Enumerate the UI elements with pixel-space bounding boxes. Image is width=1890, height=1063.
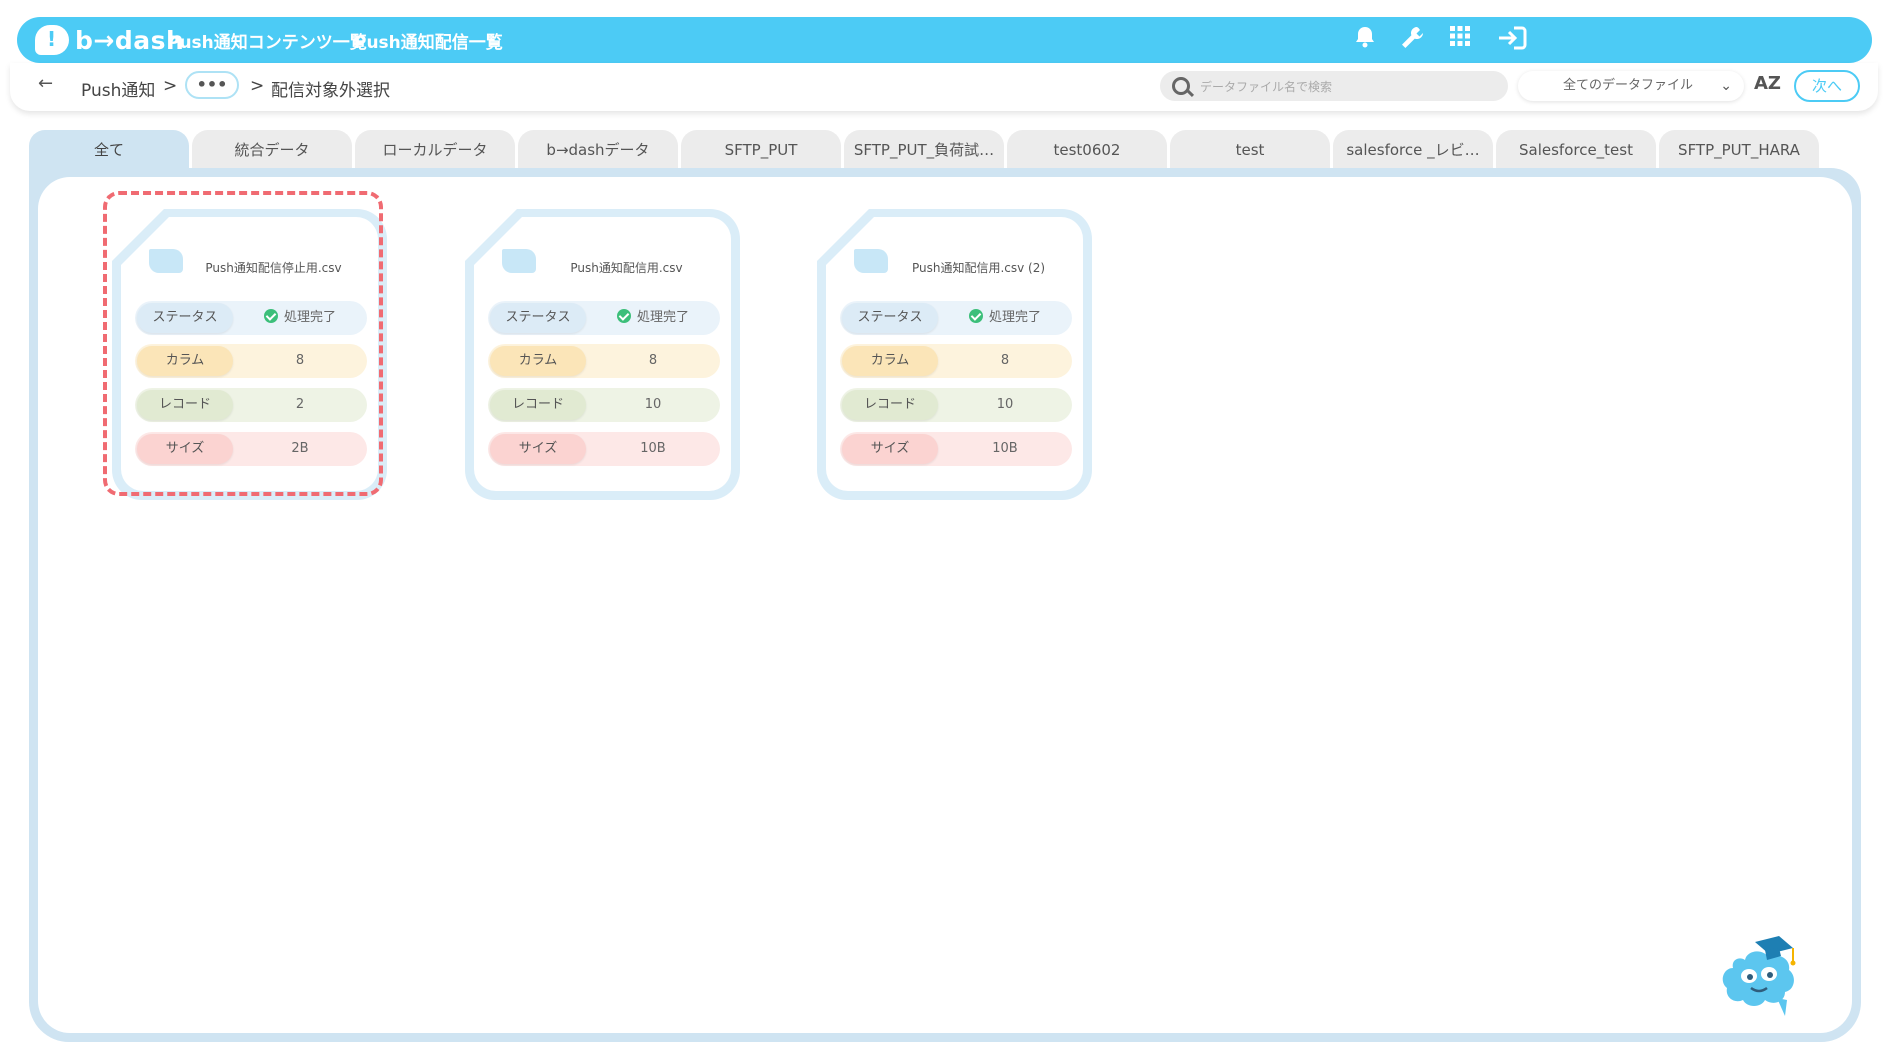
search-input[interactable] xyxy=(1198,71,1502,103)
card-face: Push通知配信用.csv (2) ステータス 処理完了 カラム 8 レコード … xyxy=(826,217,1083,491)
stat-value: 10 xyxy=(996,397,1014,412)
stat-size: サイズ 10B xyxy=(840,432,1072,466)
stat-value: 10B xyxy=(640,441,666,456)
chevron-down-icon: ⌄ xyxy=(1720,78,1732,94)
check-icon xyxy=(616,309,631,323)
tab-integrated-data[interactable]: 統合データ xyxy=(192,130,352,168)
content-panel: Push通知配信停止用.csv ステータス 処理完了 カラム 8 レコード 2 … xyxy=(29,168,1861,1042)
logo-mark-icon xyxy=(35,25,69,55)
breadcrumb-current: 配信対象外選択 xyxy=(271,81,390,101)
check-icon xyxy=(263,309,278,323)
check-icon xyxy=(968,309,983,323)
stat-status: ステータス 処理完了 xyxy=(135,301,367,335)
stat-label: ステータス xyxy=(490,303,586,333)
logo[interactable]: b→dash xyxy=(35,23,184,57)
bell-icon[interactable] xyxy=(1350,25,1380,55)
stat-records: レコード 10 xyxy=(840,388,1072,422)
stat-label: カラム xyxy=(137,346,233,376)
stat-status: ステータス 処理完了 xyxy=(840,301,1072,335)
stat-size: サイズ 2B xyxy=(135,432,367,466)
stat-columns: カラム 8 xyxy=(488,344,720,378)
file-name: Push通知配信用.csv (2) xyxy=(911,261,1046,275)
stat-status: ステータス 処理完了 xyxy=(488,301,720,335)
sort-az-icon[interactable]: AZ xyxy=(1754,73,1781,94)
stat-value: 処理完了 xyxy=(588,301,718,335)
back-arrow-icon[interactable]: ← xyxy=(38,73,53,94)
stat-value: 8 xyxy=(648,353,658,368)
search-icon xyxy=(1172,77,1190,95)
file-name: Push通知配信停止用.csv xyxy=(205,261,342,275)
mascot-icon[interactable] xyxy=(1715,928,1811,1020)
stat-label: レコード xyxy=(137,390,233,420)
stat-columns: カラム 8 xyxy=(840,344,1072,378)
tab-test0602[interactable]: test0602 xyxy=(1007,130,1167,168)
stat-label: レコード xyxy=(490,390,586,420)
wrench-icon[interactable] xyxy=(1397,25,1427,55)
file-name: Push通知配信用.csv xyxy=(570,261,683,275)
tab-all[interactable]: 全て xyxy=(29,130,189,168)
tab-salesforce-review[interactable]: salesforce _レビ… xyxy=(1333,130,1493,168)
stat-value: 2 xyxy=(295,397,305,412)
search-box xyxy=(1160,71,1508,103)
breadcrumb-ellipsis-button[interactable]: ••• xyxy=(185,71,239,99)
stat-value: 処理完了 xyxy=(940,301,1070,335)
breadcrumb-root[interactable]: Push通知 xyxy=(81,76,155,101)
stat-label: カラム xyxy=(842,346,938,376)
stat-columns: カラム 8 xyxy=(135,344,367,378)
stat-label: レコード xyxy=(842,390,938,420)
tab-sftp-put-hara[interactable]: SFTP_PUT_HARA xyxy=(1659,130,1819,168)
file-type-select[interactable]: 全てのデータファイル ⌄ xyxy=(1518,71,1744,101)
top-nav-bar: b→dash Push通知コンテンツ一覧 Push通知配信一覧 xyxy=(17,17,1872,63)
stat-label: サイズ xyxy=(842,434,938,464)
nav-link-push-contents[interactable]: Push通知コンテンツ一覧 xyxy=(167,28,367,53)
stat-records: レコード 10 xyxy=(488,388,720,422)
data-file-card[interactable]: Push通知配信停止用.csv ステータス 処理完了 カラム 8 レコード 2 … xyxy=(112,209,387,500)
breadcrumb-separator: > xyxy=(163,76,178,96)
nav-link-push-deliveries[interactable]: Push通知配信一覧 xyxy=(354,28,503,53)
logout-icon[interactable] xyxy=(1495,25,1529,55)
card-face: Push通知配信停止用.csv ステータス 処理完了 カラム 8 レコード 2 … xyxy=(121,217,378,491)
file-type-selected: 全てのデータファイル xyxy=(1563,78,1694,93)
stat-value: 8 xyxy=(295,353,305,368)
stat-value: 2B xyxy=(291,441,309,456)
stat-size: サイズ 10B xyxy=(488,432,720,466)
stat-label: サイズ xyxy=(137,434,233,464)
stat-value: 8 xyxy=(1000,353,1010,368)
sub-toolbar: ← Push通知 > ••• > 配信対象外選択 全てのデータファイル ⌄ AZ… xyxy=(10,63,1878,111)
tab-salesforce-test[interactable]: Salesforce_test xyxy=(1496,130,1656,168)
next-button[interactable]: 次へ xyxy=(1794,70,1860,102)
grid-icon[interactable] xyxy=(1445,25,1475,55)
data-file-card[interactable]: Push通知配信用.csv ステータス 処理完了 カラム 8 レコード 10 サ… xyxy=(465,209,740,500)
stat-value: 10B xyxy=(992,441,1018,456)
tab-test[interactable]: test xyxy=(1170,130,1330,168)
file-grid: Push通知配信停止用.csv ステータス 処理完了 カラム 8 レコード 2 … xyxy=(38,177,1852,1033)
card-face: Push通知配信用.csv ステータス 処理完了 カラム 8 レコード 10 サ… xyxy=(474,217,731,491)
tab-local-data[interactable]: ローカルデータ xyxy=(355,130,515,168)
tab-sftp-put[interactable]: SFTP_PUT xyxy=(681,130,841,168)
stat-value: 処理完了 xyxy=(235,301,365,335)
stat-label: サイズ xyxy=(490,434,586,464)
tab-sftp-put-load-test[interactable]: SFTP_PUT_負荷試… xyxy=(844,130,1004,168)
stat-label: カラム xyxy=(490,346,586,376)
breadcrumb-separator: > xyxy=(250,76,265,96)
stat-records: レコード 2 xyxy=(135,388,367,422)
stat-label: ステータス xyxy=(137,303,233,333)
tab-bdash-data[interactable]: b→dashデータ xyxy=(518,130,678,168)
stat-label: ステータス xyxy=(842,303,938,333)
data-file-card[interactable]: Push通知配信用.csv (2) ステータス 処理完了 カラム 8 レコード … xyxy=(817,209,1092,500)
stat-value: 10 xyxy=(644,397,662,412)
